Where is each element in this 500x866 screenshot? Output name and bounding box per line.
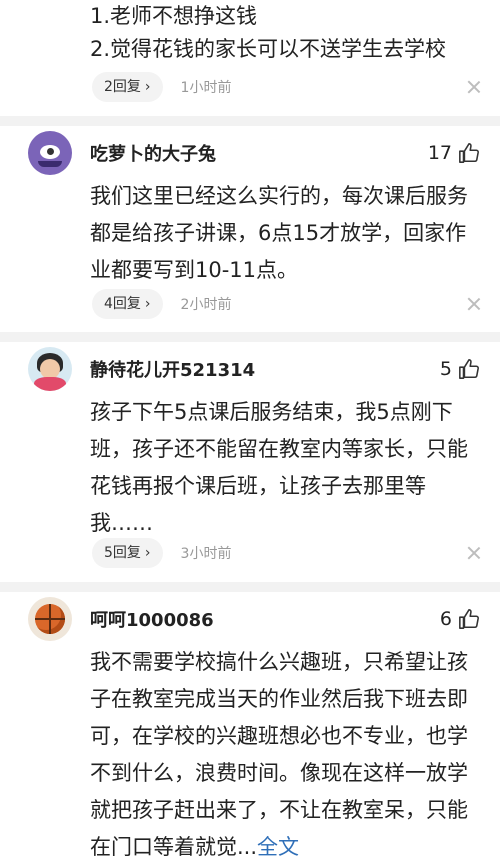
chevron-right-icon: › (144, 545, 151, 561)
chevron-right-icon: › (144, 296, 151, 312)
comment-text-line: 1.老师不想挣这钱 (90, 4, 258, 28)
comment-meta-row: 5回复 › 3小时前 (92, 536, 482, 570)
comment-text: 孩子下午5点课后服务结束，我5点刚下班，孩子还不能留在教室内等家长，只能花钱再报… (90, 400, 468, 535)
close-icon[interactable] (466, 296, 482, 312)
like-count: 17 (427, 142, 452, 164)
chevron-right-icon: › (144, 79, 151, 95)
divider (0, 116, 500, 126)
close-icon[interactable] (466, 79, 482, 95)
username[interactable]: 吃萝卜的大子兔 (90, 140, 216, 166)
divider (0, 332, 500, 342)
comment-header: 静待花儿开521314 5 (28, 346, 480, 392)
thumb-up-icon (459, 609, 479, 629)
replies-button[interactable]: 4回复 › (92, 289, 163, 319)
comment-meta-row: 4回复 › 2小时前 (92, 287, 482, 321)
comment-text-content: 我不需要学校搞什么兴趣班，只希望让孩子在教室完成当天的作业然后我下班去即可，在学… (90, 650, 468, 859)
comment-header: 呵呵1000086 6 (28, 596, 480, 642)
comment-time: 1小时前 (180, 80, 232, 96)
comment-text: 我们这里已经这么实行的，每次课后服务都是给孩子讲课，6点15才放学，回家作业都要… (90, 184, 468, 282)
thumb-up-icon (459, 143, 479, 163)
like-count: 6 (439, 608, 452, 630)
comment-meta-row: 2回复 › 1小时前 (92, 70, 482, 104)
replies-count: 4回复 (104, 296, 141, 312)
like-button[interactable]: 6 (440, 608, 480, 630)
replies-button[interactable]: 5回复 › (92, 538, 163, 568)
avatar[interactable] (28, 597, 72, 641)
close-icon[interactable] (466, 545, 482, 561)
comment-time: 3小时前 (180, 546, 232, 562)
thumb-up-icon (459, 359, 479, 379)
replies-button[interactable]: 2回复 › (92, 72, 163, 102)
comment-feed: 1.老师不想挣这钱 2.觉得花钱的家长可以不送学生去学校 2回复 › 1小时前 … (0, 0, 500, 859)
comment-header: 吃萝卜的大子兔 17 (28, 130, 480, 176)
replies-count: 5回复 (104, 545, 141, 561)
like-count: 5 (439, 358, 452, 380)
avatar[interactable] (28, 347, 72, 391)
previous-comment-text: 1.老师不想挣这钱 2.觉得花钱的家长可以不送学生去学校 (90, 0, 490, 66)
avatar[interactable] (28, 131, 72, 175)
username[interactable]: 静待花儿开521314 (90, 356, 255, 382)
comment-time: 2小时前 (180, 297, 232, 313)
username[interactable]: 呵呵1000086 (90, 606, 214, 632)
like-button[interactable]: 17 (428, 142, 480, 164)
comment-text-line: 2.觉得花钱的家长可以不送学生去学校 (90, 37, 447, 61)
full-text-link[interactable]: 全文 (257, 835, 299, 859)
divider (0, 582, 500, 592)
like-button[interactable]: 5 (440, 358, 480, 380)
replies-count: 2回复 (104, 79, 141, 95)
comment-text: 我不需要学校搞什么兴趣班，只希望让孩子在教室完成当天的作业然后我下班去即可，在学… (90, 644, 470, 866)
